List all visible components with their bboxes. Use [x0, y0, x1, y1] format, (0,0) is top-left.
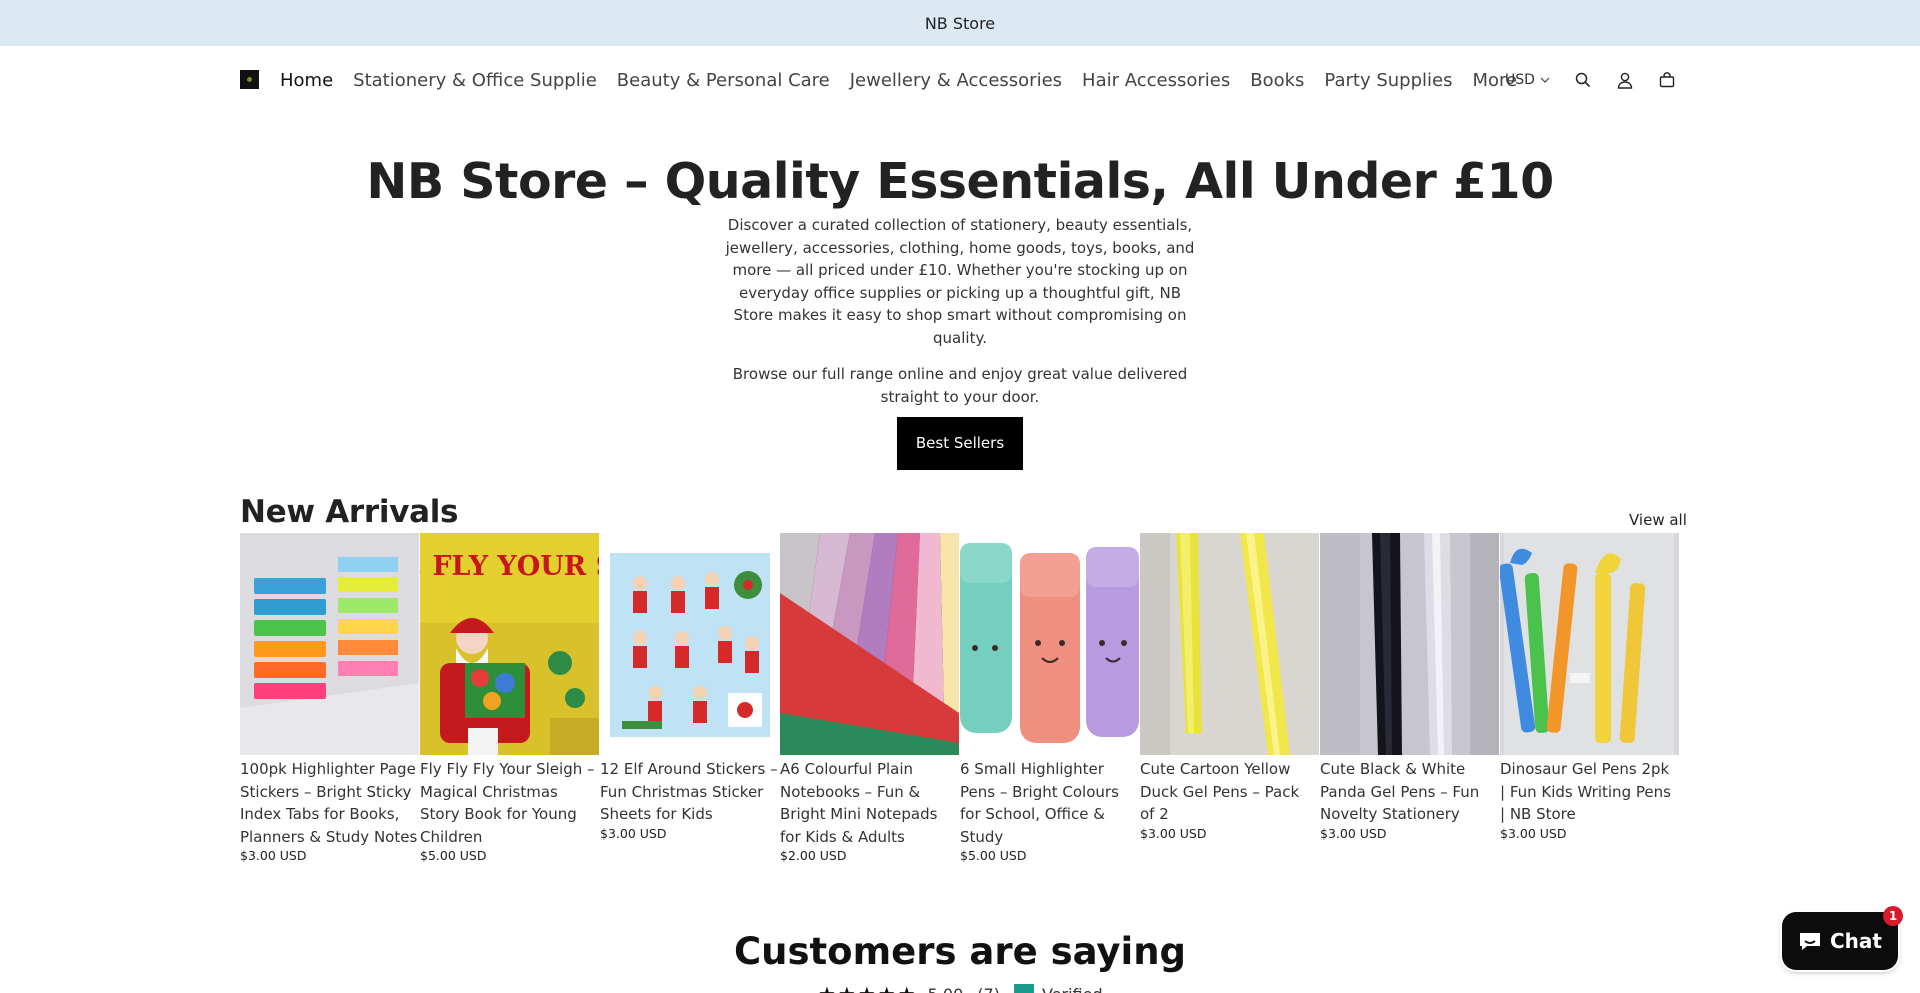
reviews-title: Customers are saying	[733, 930, 1187, 973]
product-card[interactable]: Cute Black & White Panda Gel Pens – Fun …	[1320, 533, 1500, 864]
product-price: $5.00 USD	[960, 848, 1027, 863]
product-image[interactable]	[780, 533, 959, 755]
chat-button[interactable]: Chat	[1782, 912, 1898, 970]
nav-item-stationery[interactable]: Stationery & Office Supplie	[353, 70, 597, 91]
currency-label: USD	[1505, 72, 1535, 88]
product-card[interactable]: Cute Cartoon Yellow Duck Gel Pens – Pack…	[1140, 533, 1320, 864]
header-actions: USD	[1505, 46, 1678, 114]
product-price: $3.00 USD	[240, 848, 307, 863]
store-logo[interactable]	[240, 70, 259, 89]
chat-icon	[1800, 933, 1820, 950]
logo-mark	[247, 77, 252, 82]
product-price: $3.00 USD	[600, 825, 667, 841]
product-title[interactable]: Fly Fly Fly Your Sleigh – Magical Christ…	[420, 758, 600, 848]
star-rating-icon: ★★★★★	[818, 982, 918, 993]
product-image[interactable]	[1140, 533, 1319, 755]
product-card[interactable]: A6 Colourful Plain Notebooks – Fun & Bri…	[780, 533, 960, 864]
product-image[interactable]	[600, 533, 779, 755]
hero-title: NB Store – Quality Essentials, All Under…	[366, 153, 1554, 210]
main-nav: Home Stationery & Office Supplie Beauty …	[280, 46, 1517, 114]
announcement-text: NB Store	[924, 13, 996, 33]
book-cover-title: FLY, FLY, FLY YOUR SLEIGH!	[420, 551, 599, 582]
chevron-down-icon	[1540, 77, 1550, 83]
site-header: Home Stationery & Office Supplie Beauty …	[0, 46, 1920, 114]
product-price: $3.00 USD	[1500, 825, 1567, 841]
nav-item-beauty[interactable]: Beauty & Personal Care	[617, 70, 830, 91]
product-title[interactable]: Dinosaur Gel Pens 2pk | Fun Kids Writing…	[1500, 758, 1680, 826]
nav-item-party-supplies[interactable]: Party Supplies	[1324, 70, 1452, 91]
product-image[interactable]	[1320, 533, 1499, 755]
account-icon[interactable]	[1614, 69, 1636, 91]
product-image[interactable]	[240, 533, 419, 755]
product-card[interactable]: 100pk Highlighter Page Stickers – Bright…	[240, 533, 420, 864]
nav-item-jewellery[interactable]: Jewellery & Accessories	[850, 70, 1062, 91]
nav-item-hair-accessories[interactable]: Hair Accessories	[1082, 70, 1230, 91]
product-image[interactable]	[960, 533, 1139, 755]
view-all-link[interactable]: View all	[1629, 511, 1687, 529]
product-price: $5.00 USD	[420, 848, 487, 863]
hero-description: Discover a curated collection of station…	[725, 216, 1195, 347]
product-grid: 100pk Highlighter Page Stickers – Bright…	[240, 533, 1680, 864]
nav-item-home[interactable]: Home	[280, 70, 333, 91]
product-price: $2.00 USD	[780, 848, 847, 863]
product-title[interactable]: 12 Elf Around Stickers – Fun Christmas S…	[600, 758, 780, 826]
verified-check-icon	[1013, 984, 1034, 993]
product-title[interactable]: A6 Colourful Plain Notebooks – Fun & Bri…	[780, 758, 960, 848]
product-card[interactable]: FLY, FLY, FLY YOUR SLEIGH! Fly Fly Fly Y…	[420, 533, 600, 864]
reviews-summary: ★★★★★ 5.00 (7) Verified	[818, 982, 1103, 993]
hero-section: NB Store – Quality Essentials, All Under…	[0, 150, 1920, 470]
product-price: $3.00 USD	[1320, 825, 1387, 841]
chat-label: Chat	[1830, 929, 1882, 953]
currency-selector[interactable]: USD	[1505, 72, 1550, 88]
product-title[interactable]: 6 Small Highlighter Pens – Bright Colour…	[960, 758, 1140, 848]
best-sellers-button[interactable]: Best Sellers	[897, 417, 1023, 470]
announcement-bar: NB Store	[0, 0, 1920, 46]
search-icon[interactable]	[1572, 69, 1594, 91]
product-image[interactable]: FLY, FLY, FLY YOUR SLEIGH!	[420, 533, 599, 755]
new-arrivals-title: New Arrivals	[240, 494, 459, 530]
product-card[interactable]: Dinosaur Gel Pens 2pk | Fun Kids Writing…	[1500, 533, 1680, 864]
product-title[interactable]: 100pk Highlighter Page Stickers – Bright…	[240, 758, 420, 848]
product-image[interactable]	[1500, 533, 1679, 755]
product-price: $3.00 USD	[1140, 825, 1207, 841]
nav-item-books[interactable]: Books	[1250, 70, 1304, 91]
hero-subtext: Browse our full range online and enjoy g…	[732, 365, 1188, 406]
cart-icon[interactable]	[1656, 69, 1678, 91]
product-card[interactable]: 6 Small Highlighter Pens – Bright Colour…	[960, 533, 1140, 864]
product-card[interactable]: 12 Elf Around Stickers – Fun Christmas S…	[600, 533, 780, 864]
product-title[interactable]: Cute Cartoon Yellow Duck Gel Pens – Pack…	[1140, 758, 1320, 826]
rating-value: 5.00	[928, 985, 964, 993]
verified-label: Verified	[1042, 985, 1103, 993]
product-title[interactable]: Cute Black & White Panda Gel Pens – Fun …	[1320, 758, 1500, 826]
chat-notification-badge: 1	[1883, 906, 1903, 926]
review-count[interactable]: (7)	[977, 985, 1000, 993]
